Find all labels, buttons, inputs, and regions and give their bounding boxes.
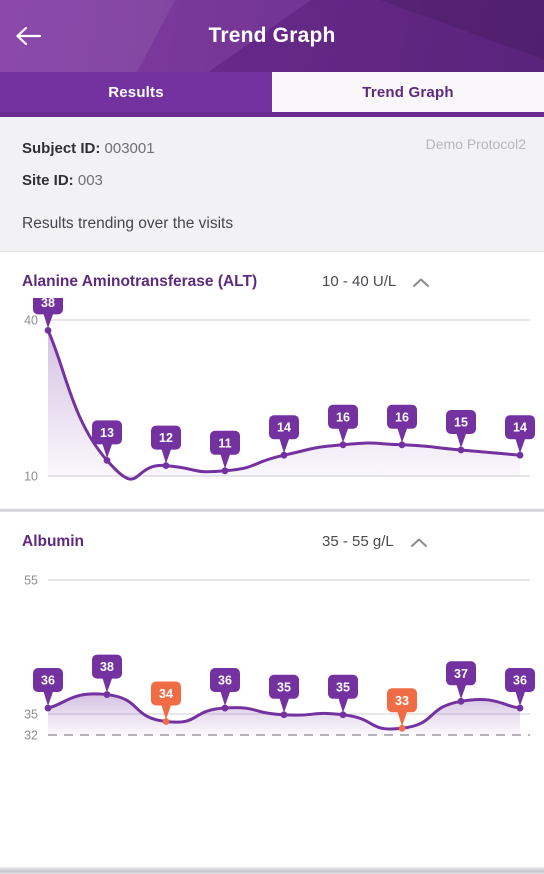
chart-card-alt: Alanine Aminotransferase (ALT) 10 - 40 U… — [0, 252, 544, 508]
data-point-label-badge[interactable]: 37 — [446, 661, 476, 700]
tab-trend-graph[interactable]: Trend Graph — [272, 72, 544, 112]
chevron-up-icon[interactable] — [410, 272, 432, 292]
data-point-label-badge[interactable]: 12 — [151, 425, 181, 464]
data-point-label-text: 15 — [454, 416, 468, 430]
data-point-label-text: 36 — [513, 674, 527, 688]
chart-card-alt-header: Alanine Aminotransferase (ALT) 10 - 40 U… — [0, 252, 544, 298]
data-point-label-badge[interactable]: 35 — [269, 674, 299, 713]
back-button[interactable] — [0, 0, 56, 72]
data-point-label-text: 14 — [513, 421, 527, 435]
y-axis-tick-label: 10 — [24, 470, 38, 484]
chevron-up-icon[interactable] — [408, 532, 430, 552]
data-point-label-text: 16 — [395, 410, 409, 424]
site-id-row: Site ID: 003 — [22, 165, 522, 197]
chart-plot-alt[interactable]: 40 10 38 13 12 11 14 16 16 15 14 — [0, 298, 544, 508]
y-axis-tick-label: 32 — [24, 729, 38, 743]
data-point-label-badge[interactable]: 36 — [33, 668, 63, 707]
site-id-value: 003 — [77, 172, 103, 189]
data-point-label-text: 34 — [159, 687, 173, 701]
subject-id-value: 003001 — [104, 140, 155, 157]
data-point-label-text: 14 — [277, 421, 291, 435]
trend-graph-screen: Trend Graph Results Trend Graph Demo Pro… — [0, 0, 544, 874]
data-point-label-badge[interactable]: 36 — [505, 668, 535, 707]
data-point-label-badge[interactable]: 35 — [328, 674, 358, 713]
y-axis-tick-label: 40 — [24, 314, 38, 328]
data-point-label-text: 16 — [336, 410, 350, 424]
data-point-label-text: 33 — [395, 694, 409, 708]
data-point-label-text: 12 — [159, 431, 173, 445]
data-point-label-text: 11 — [218, 436, 231, 450]
chart-card-albumin-header: Albumin 35 - 55 g/L — [0, 512, 544, 558]
subject-id-label: Subject ID: — [22, 140, 101, 157]
chart-plot-albumin[interactable]: 55 35 32 36 38 34 36 35 35 33 37 36 — [0, 558, 544, 773]
tab-bar: Results Trend Graph — [0, 72, 544, 112]
y-axis-tick-label: 35 — [24, 708, 38, 722]
data-point-label-text: 13 — [100, 426, 114, 440]
data-point-label-text: 35 — [277, 680, 291, 694]
chart-title-alt: Alanine Aminotransferase (ALT) — [22, 273, 258, 290]
data-point-label-badge[interactable]: 14 — [505, 415, 535, 454]
protocol-name: Demo Protocol2 — [425, 136, 526, 152]
chart-title-albumin: Albumin — [22, 533, 84, 550]
page-title: Trend Graph — [208, 24, 336, 47]
chart-range-albumin: 35 - 55 g/L — [322, 533, 394, 550]
site-id-label: Site ID: — [22, 172, 74, 189]
data-point-label-badge[interactable]: 33 — [387, 688, 417, 727]
data-point-label-badge[interactable]: 14 — [269, 415, 299, 454]
data-point-label-text: 38 — [100, 660, 114, 674]
data-point-label-text: 38 — [41, 298, 55, 310]
data-point-label-badge[interactable]: 15 — [446, 410, 476, 448]
data-point-label-badge[interactable]: 38 — [92, 654, 122, 693]
chart-card-albumin: Albumin 35 - 55 g/L 55 35 32 36 38 34 36 35 35 33… — [0, 512, 544, 773]
bottom-scroll-indicator — [0, 866, 544, 874]
data-point-label-text: 36 — [41, 674, 55, 688]
arrow-left-icon — [14, 24, 42, 48]
subject-info-panel: Demo Protocol2 Subject ID: 003001 Site I… — [0, 117, 544, 252]
data-point-label-text: 36 — [218, 674, 232, 688]
data-point-label-badge[interactable]: 16 — [328, 404, 358, 443]
chart-range-alt: 10 - 40 U/L — [322, 273, 397, 290]
data-point-label-badge[interactable]: 36 — [210, 668, 240, 707]
data-point-label-text: 35 — [336, 680, 350, 694]
tab-results[interactable]: Results — [0, 72, 272, 112]
y-axis-tick-label: 55 — [24, 574, 38, 588]
data-point-label-badge[interactable]: 16 — [387, 404, 417, 443]
data-point-label-badge[interactable]: 11 — [210, 430, 240, 469]
app-header: Trend Graph — [0, 0, 544, 72]
data-point-label-text: 37 — [454, 667, 468, 681]
info-subtitle: Results trending over the visits — [22, 215, 234, 232]
